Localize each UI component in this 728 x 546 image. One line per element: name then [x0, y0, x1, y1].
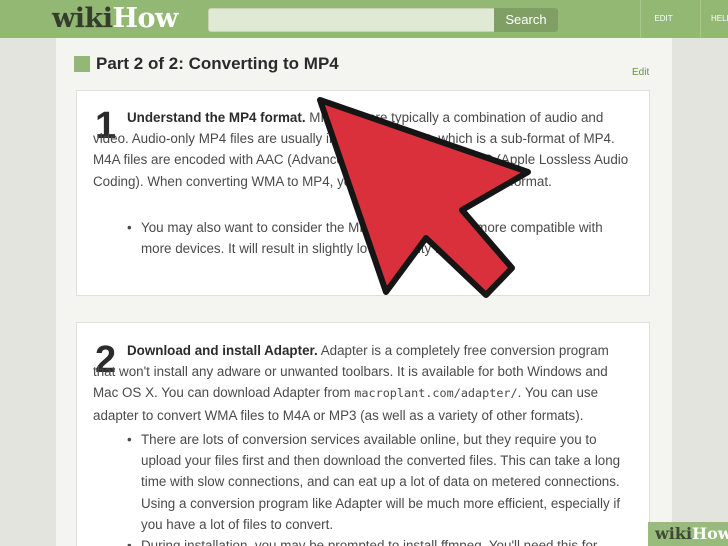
step-bullet: • There are lots of conversion services a… — [127, 429, 625, 535]
wikihow-logo[interactable]: wikiHow — [52, 1, 178, 37]
search-input[interactable] — [208, 8, 496, 32]
section-header: Part 2 of 2: Converting to MP4 Edit — [56, 52, 672, 78]
article-content: Part 2 of 2: Converting to MP4 Edit 1 Un… — [56, 38, 672, 546]
bullet-text: During installation, you may be prompted… — [141, 538, 598, 546]
section-title: Part 2 of 2: Converting to MP4 — [96, 54, 339, 73]
nav-edit-link[interactable]: EDIT — [640, 0, 686, 38]
logo-wiki-text: wiki — [52, 3, 113, 34]
logo-how-text: How — [112, 3, 178, 34]
nav-help-link[interactable]: HELP — [700, 0, 728, 38]
step-title: Download and install Adapter. — [127, 343, 318, 358]
step-card-2: 2 Download and install Adapter. Adapter … — [76, 322, 650, 546]
watermark-wiki-text: wiki — [655, 524, 693, 543]
bullet-dot-icon: • — [127, 432, 132, 447]
step-card-1: 1 Understand the MP4 format. MP4 files a… — [76, 90, 650, 296]
step-bullet: • During installation, you may be prompte… — [127, 535, 625, 546]
bullet-text: There are lots of conversion services av… — [141, 432, 621, 532]
bullet-dot-icon: • — [127, 220, 132, 235]
step-bullet: • You may also want to consider the MP3 f… — [127, 217, 625, 259]
adapter-url: macroplant.com/adapter/ — [354, 386, 518, 401]
watermark-how-text: How — [692, 524, 728, 543]
top-navigation-bar: wikiHow Search EDIT HELP — [0, 0, 728, 38]
section-edit-link[interactable]: Edit — [632, 67, 649, 78]
step-title: Understand the MP4 format. — [127, 110, 306, 125]
search-button[interactable]: Search — [494, 8, 558, 32]
bullet-text: You may also want to consider the MP3 fo… — [141, 220, 603, 257]
bullet-dot-icon: • — [127, 538, 132, 546]
step-text: Understand the MP4 format. MP4 files are… — [93, 107, 633, 192]
section-marker-icon — [74, 56, 90, 72]
wikihow-watermark: wikiHow — [648, 522, 728, 546]
step-text: Download and install Adapter. Adapter is… — [93, 340, 633, 426]
